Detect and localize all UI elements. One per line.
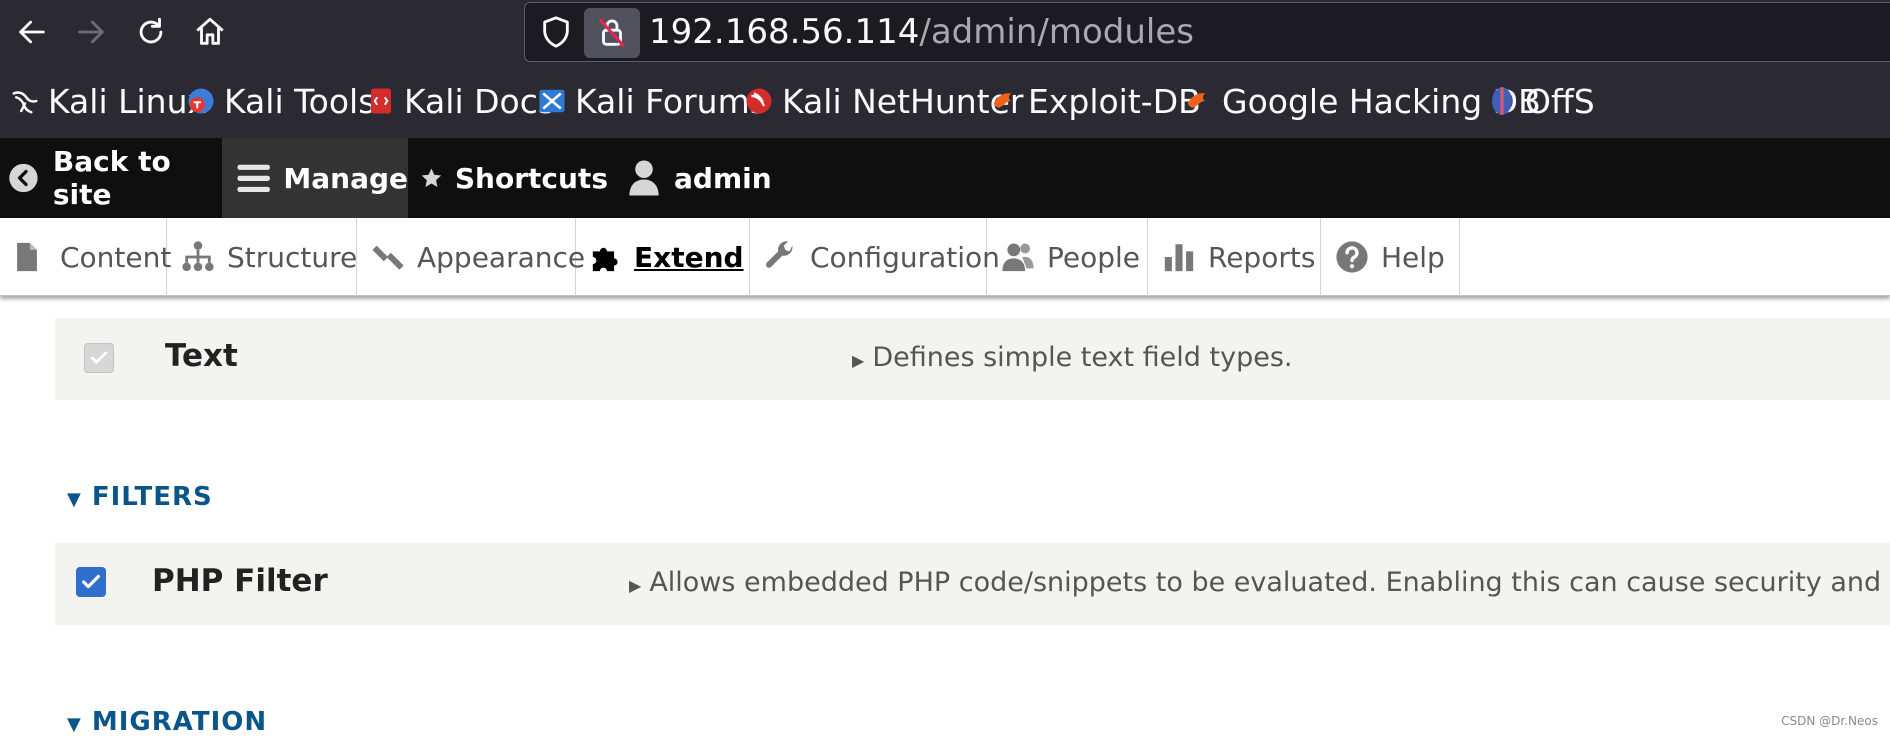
module-description: Allows embedded PHP code/snippets to be … — [649, 567, 1890, 598]
tray-label: Structure — [227, 240, 358, 274]
module-row-php-filter: PHP Filter ▶ Allows embedded PHP code/sni… — [55, 543, 1890, 625]
module-checkbox-php-filter[interactable] — [76, 567, 106, 597]
url-bar[interactable]: 192.168.56.114/admin/modules — [524, 2, 1890, 62]
tray-item-structure[interactable]: Structure — [167, 218, 357, 296]
puzzle-piece-icon — [592, 247, 618, 272]
tray-label: Extend — [634, 240, 744, 274]
insecure-lock-button[interactable] — [584, 8, 640, 58]
bookmark-label: Exploit-DB — [1028, 81, 1201, 121]
shortcuts-tab[interactable]: Shortcuts — [408, 138, 608, 218]
kali-dragon-icon — [12, 91, 38, 114]
home-button[interactable] — [188, 10, 232, 54]
tray-label: Content — [60, 240, 172, 274]
chevron-left-circle-icon — [9, 163, 38, 193]
bookmark-label: Kali Docs — [404, 81, 556, 121]
bar-chart-icon — [1164, 244, 1194, 272]
module-name: Text — [165, 338, 238, 374]
tray-label: Help — [1381, 240, 1445, 274]
user-icon — [629, 160, 659, 196]
offsec-icon — [1492, 87, 1512, 115]
bookmark-label: Kali Linux — [48, 81, 208, 121]
check-icon — [90, 351, 108, 364]
tray-label: Configuration — [810, 240, 1000, 274]
section-title: FILTERS — [91, 482, 213, 512]
module-checkbox-text — [84, 343, 114, 373]
bookmarks-toolbar: Kali Linux Kali Tools Kali Docs Kali For… — [0, 64, 1890, 138]
user-label: admin — [674, 161, 772, 195]
disclosure-triangle-icon: ▶ — [629, 576, 642, 595]
back-to-site-link[interactable]: Back to site — [0, 138, 222, 218]
bookmark-kali-forums[interactable]: Kali Forums — [537, 79, 767, 123]
manage-tab[interactable]: Manage — [222, 138, 408, 218]
bookmark-kali-docs[interactable]: Kali Docs — [366, 79, 555, 123]
bookmark-offsec[interactable]: OffS — [1487, 79, 1595, 123]
module-description-toggle[interactable]: ▶ Allows embedded PHP code/snippets to be… — [629, 567, 1890, 598]
sitemap-icon — [182, 241, 214, 272]
tray-item-appearance[interactable]: Appearance — [357, 218, 585, 296]
filters-section-toggle[interactable]: ▼ FILTERS — [67, 482, 213, 512]
paint-roller-icon — [372, 245, 404, 270]
module-description-toggle[interactable]: ▶ Defines simple text field types. — [852, 342, 1292, 373]
kali-tools-icon — [188, 88, 214, 114]
back-to-site-label: Back to site — [52, 145, 171, 211]
reload-icon — [139, 17, 163, 44]
migration-section-toggle[interactable]: ▼ MIGRATION — [67, 707, 267, 737]
tray-item-people[interactable]: People — [987, 218, 1148, 296]
kali-forums-icon — [539, 89, 565, 113]
section-title: MIGRATION — [91, 707, 268, 737]
tray-item-extend[interactable]: Extend — [576, 218, 750, 296]
module-row-text: Text ▶ Defines simple text field types. — [55, 318, 1890, 400]
browser-nav-bar: 192.168.56.114/admin/modules — [0, 0, 1890, 64]
module-description: Defines simple text field types. — [872, 342, 1293, 373]
arrow-left-icon — [19, 20, 45, 44]
url-path: /admin/modules — [919, 12, 1194, 52]
tray-item-reports[interactable]: Reports — [1148, 218, 1321, 296]
triangle-down-icon: ▼ — [67, 714, 82, 735]
tray-item-configuration[interactable]: Configuration — [750, 218, 1000, 296]
exploit-db-icon — [993, 93, 1012, 108]
bookmark-label: OffS — [1525, 81, 1595, 121]
insecure-lock-icon — [599, 18, 625, 48]
tray-label: Appearance — [417, 240, 586, 274]
bookmark-kali-linux[interactable]: Kali Linux — [10, 79, 207, 123]
check-icon — [82, 574, 100, 589]
bookmark-kali-nethunter[interactable]: Kali NetHunter — [744, 79, 1024, 123]
disclosure-triangle-icon: ▶ — [852, 351, 865, 370]
user-tab[interactable]: admin — [608, 138, 778, 218]
people-icon — [1002, 243, 1034, 272]
tray-item-help[interactable]: Help — [1321, 218, 1460, 296]
bookmark-label: Kali NetHunter — [782, 81, 1024, 121]
triangle-down-icon: ▼ — [67, 489, 82, 510]
bookmark-exploit-db[interactable]: Exploit-DB — [990, 79, 1201, 123]
watermark: CSDN @Dr.Neos — [1781, 714, 1878, 728]
home-icon — [196, 17, 224, 45]
help-icon — [1336, 241, 1368, 273]
url-host: 192.168.56.114 — [649, 12, 920, 52]
shortcuts-label: Shortcuts — [454, 161, 608, 195]
wrench-icon — [765, 241, 793, 268]
manage-tray: Content Structure Appearance Extend Conf… — [0, 218, 1890, 296]
bookmark-kali-tools[interactable]: Kali Tools — [186, 79, 375, 123]
tray-label: People — [1047, 240, 1141, 274]
bookmark-label: Kali Tools — [224, 81, 376, 121]
kali-docs-icon — [371, 88, 391, 114]
module-name: PHP Filter — [152, 563, 328, 599]
admin-toolbar: Back to site Manage Shortcuts admin — [0, 138, 1890, 218]
manage-label: Manage — [283, 161, 408, 195]
kali-nethunter-icon — [746, 88, 772, 114]
file-icon — [17, 242, 37, 272]
forward-button[interactable] — [69, 10, 113, 54]
tray-label: Reports — [1208, 240, 1316, 274]
hamburger-menu-icon — [237, 164, 270, 193]
tracking-shield-icon[interactable] — [539, 15, 573, 49]
back-button[interactable] — [10, 10, 54, 54]
tray-item-content[interactable]: Content — [0, 218, 171, 296]
star-icon — [421, 168, 442, 187]
reload-button[interactable] — [129, 10, 173, 54]
google-hacking-db-icon — [1187, 93, 1206, 108]
url-text[interactable]: 192.168.56.114/admin/modules — [649, 11, 1194, 53]
bookmark-label: Kali Forums — [575, 81, 767, 121]
arrow-right-icon — [78, 20, 104, 44]
